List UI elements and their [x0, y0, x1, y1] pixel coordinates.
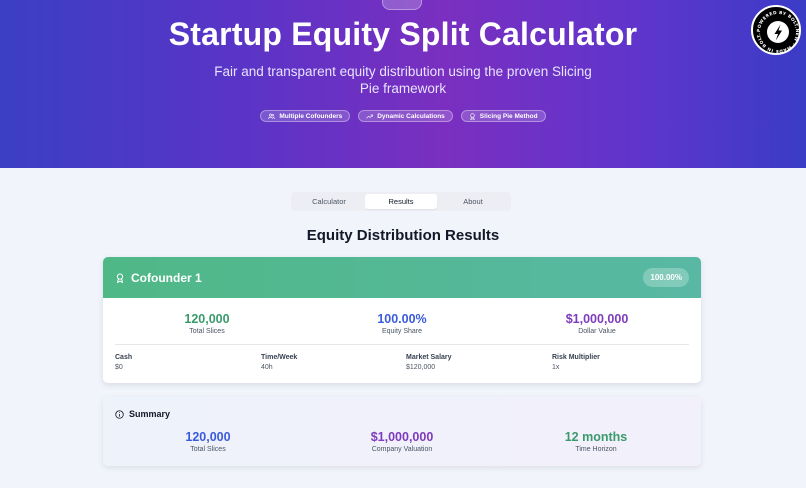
detail-time-week: Time/Week 40h: [261, 353, 297, 372]
tab-calculator[interactable]: Calculator: [293, 194, 365, 209]
detail-label: Time/Week: [261, 354, 298, 361]
detail-market-salary: Market Salary $120,000: [406, 353, 452, 372]
summary-company-valuation: $1,000,000 Company Valuation: [302, 430, 502, 453]
cofounder-card: Cofounder 1 100.00% 120,000 Total Slices…: [103, 257, 701, 383]
cofounder-name: Cofounder 1: [131, 270, 202, 285]
detail-label: Cash: [115, 354, 133, 361]
stat-value: 120,000: [185, 430, 231, 444]
hero-top-icon-tab: [382, 0, 422, 10]
summary-title: Summary: [129, 409, 171, 419]
feature-pills: Multiple Cofounders Dynamic Calculations…: [0, 110, 806, 122]
stat-value: $1,000,000: [370, 430, 434, 444]
pill-label: Slicing Pie Method: [479, 112, 538, 120]
detail-label: Market Salary: [406, 354, 452, 361]
stat-label: Time Horizon: [575, 446, 617, 453]
stat-label: Dollar Value: [578, 328, 616, 335]
stat-value: 120,000: [184, 312, 230, 326]
summary-header: Summary: [115, 409, 170, 419]
stat-dollar-value: $1,000,000 Dollar Value: [497, 312, 697, 335]
pill-label: Dynamic Calculations: [377, 112, 445, 120]
stat-label: Company Valuation: [371, 446, 433, 453]
award-icon: [116, 273, 124, 283]
summary-total-slices: 120,000 Total Slices: [108, 430, 308, 453]
users-icon: [268, 113, 276, 119]
award-icon: [470, 112, 475, 120]
stat-value: 100.00%: [377, 312, 427, 326]
pill-dynamic-calculations: Dynamic Calculations: [358, 110, 453, 122]
detail-value: $0: [115, 364, 123, 371]
bolt-badge[interactable]: POWERED BY BOLT.NEW · MADE IN BOLT.NEW ·: [751, 5, 801, 55]
pill-slicing-pie-method: Slicing Pie Method: [460, 110, 546, 122]
tab-results[interactable]: Results: [365, 194, 437, 209]
detail-value: $120,000: [406, 364, 436, 371]
pill-multiple-cofounders: Multiple Cofounders: [260, 110, 351, 122]
detail-value: 40h: [261, 364, 273, 371]
tab-about[interactable]: About: [437, 194, 509, 209]
cofounder-stats: 120,000 Total Slices 100.00% Equity Shar…: [103, 312, 701, 340]
detail-risk-multiplier: Risk Multiplier 1x: [552, 353, 600, 372]
cofounder-card-header: Cofounder 1 100.00%: [103, 257, 701, 298]
stat-label: Total Slices: [189, 328, 225, 335]
summary-time-horizon: 12 months Time Horizon: [496, 430, 696, 453]
card-divider: [115, 344, 689, 345]
trending-up-icon: [366, 114, 374, 118]
detail-label: Risk Multiplier: [552, 354, 600, 361]
view-tabs: Calculator Results About: [291, 192, 511, 211]
stat-total-slices: 120,000 Total Slices: [107, 312, 307, 335]
detail-value: 1x: [552, 364, 560, 371]
info-icon: [115, 409, 124, 419]
bolt-logo-icon: POWERED BY BOLT.NEW · MADE IN BOLT.NEW ·: [753, 7, 800, 54]
page-title: Startup Equity Split Calculator: [168, 16, 638, 52]
hero-banner: Startup Equity Split Calculator Fair and…: [0, 0, 806, 168]
stat-label: Total Slices: [190, 446, 226, 453]
equity-percentage-badge: 100.00%: [643, 268, 689, 287]
stat-value: $1,000,000: [565, 312, 629, 326]
pill-label: Multiple Cofounders: [279, 112, 343, 120]
results-title: Equity Distribution Results: [306, 227, 500, 244]
page-subtitle: Fair and transparent equity distribution…: [214, 64, 592, 96]
stat-equity-share: 100.00% Equity Share: [302, 312, 502, 335]
detail-cash: Cash $0: [115, 353, 132, 372]
stat-label: Equity Share: [381, 328, 423, 335]
cofounder-details: Cash $0 Time/Week 40h Market Salary $120…: [115, 353, 689, 373]
stat-value: 12 months: [564, 430, 628, 444]
summary-card: Summary 120,000 Total Slices $1,000,000 …: [103, 397, 701, 466]
